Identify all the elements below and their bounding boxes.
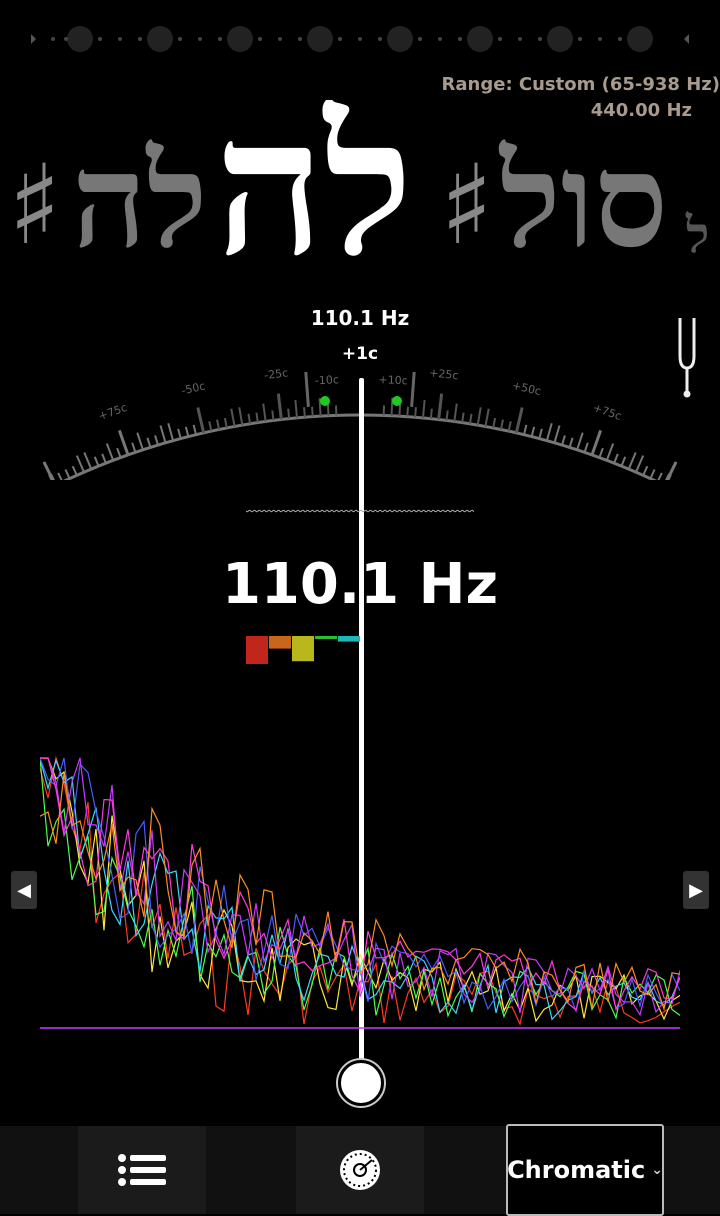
- pager-dot: [547, 26, 573, 52]
- left-arrow-icon: ◀: [17, 880, 31, 901]
- mode-value: Chromatic: [507, 1156, 645, 1184]
- needle-cents: +1c: [320, 344, 400, 364]
- dial-button[interactable]: [296, 1126, 424, 1214]
- pager-dot: [627, 26, 653, 52]
- pager-dots: [0, 0, 720, 80]
- harmonic-bars: [246, 632, 366, 664]
- meter-scale-label: +75c: [97, 401, 129, 423]
- next-arrow-button[interactable]: ▶: [683, 871, 709, 909]
- previous-arrow-button[interactable]: ◀: [11, 871, 37, 909]
- needle-frequency: 110.1 Hz: [290, 306, 430, 330]
- pager-dot: [147, 26, 173, 52]
- range-text: Range: Custom (65-938 Hz): [442, 72, 720, 98]
- in-tune-dot-left: [320, 396, 330, 406]
- meter-scale-label: +75c: [591, 401, 623, 423]
- harmonic-bar: [338, 636, 360, 642]
- meter-scale-label: +25c: [429, 366, 460, 382]
- pager-dot: [467, 26, 493, 52]
- note-far-right: ל: [686, 210, 709, 260]
- frequency-readout: 110.1 Hz: [200, 552, 520, 617]
- spectrum-graph: [40, 750, 680, 1040]
- meter-scale-label: -50c: [180, 379, 206, 397]
- note-strip[interactable]: ♯ לה לה ♯ סול ל: [0, 100, 720, 300]
- note-sharp-right: ♯: [440, 150, 493, 260]
- tuning-mode-select[interactable]: Chromatic ⌄: [506, 1124, 664, 1216]
- list-icon: [117, 1154, 167, 1186]
- menu-button[interactable]: [78, 1126, 206, 1214]
- note-next: סול: [500, 136, 668, 266]
- tuning-fork-icon[interactable]: [672, 316, 702, 398]
- chevron-down-icon: ⌄: [651, 1162, 663, 1178]
- meter-scale-label: +50c: [511, 379, 542, 398]
- bottom-toolbar: Chromatic ⌄: [0, 1126, 720, 1214]
- dial-icon: [338, 1148, 382, 1192]
- pager-dot: [307, 26, 333, 52]
- needle-knob[interactable]: [338, 1060, 384, 1106]
- pager-dot: [67, 26, 93, 52]
- note-current: לה: [215, 100, 413, 282]
- meter-scale-label: +10c: [378, 373, 408, 387]
- waveform: [246, 506, 474, 516]
- harmonic-bar: [269, 636, 291, 649]
- pager-dot: [387, 26, 413, 52]
- right-arrow-icon: ▶: [689, 880, 703, 901]
- harmonic-bar: [292, 636, 314, 661]
- harmonic-bar: [315, 636, 337, 639]
- meter-scale-label: -25c: [264, 366, 289, 382]
- note-previous: לה: [72, 136, 208, 266]
- meter-scale-label: -10c: [315, 373, 340, 387]
- pager-dot: [227, 26, 253, 52]
- in-tune-dot-right: [392, 396, 402, 406]
- harmonic-bar: [246, 636, 268, 664]
- note-sharp-left: ♯: [8, 150, 61, 260]
